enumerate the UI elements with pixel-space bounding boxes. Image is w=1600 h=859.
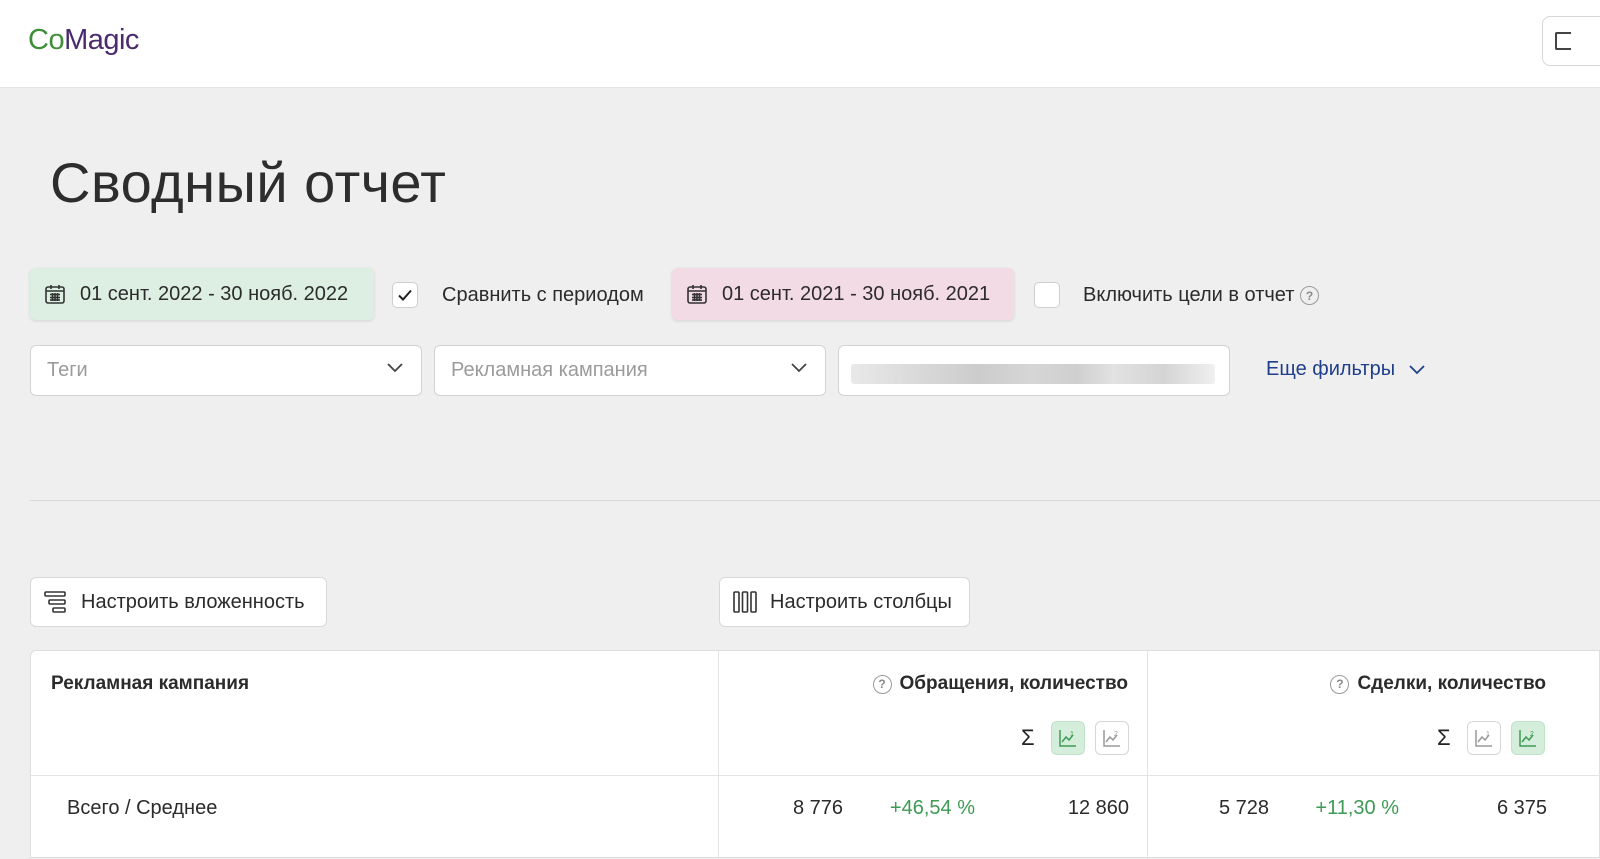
period-1-mode-icon[interactable]: 1 (1050, 721, 1085, 755)
more-filters-link[interactable]: Еще фильтры (1266, 358, 1425, 381)
logo-co: Co (28, 24, 65, 56)
sigma-icon[interactable]: Σ (1021, 725, 1035, 751)
appeals-current-value: 8 776 (792, 797, 843, 819)
total-row-label: Всего / Среднее (67, 797, 218, 819)
help-icon[interactable]: ? (1300, 286, 1319, 306)
deals-delta-value: +11,30 % (1315, 797, 1399, 819)
deals-previous-value: 6 375 (1496, 797, 1547, 819)
appeals-column-header[interactable]: ? Обращения, количество (731, 673, 1128, 695)
deals-controls: Σ 1 2 (1437, 721, 1545, 755)
period-2-mode-icon[interactable]: 2 (1510, 721, 1545, 755)
logo-magic: Magic (64, 24, 139, 56)
row-separator (31, 775, 1600, 776)
configure-columns-button[interactable]: Настроить столбцы (719, 577, 970, 627)
main-period-text: 01 сент. 2022 - 30 нояб. 2022 (80, 282, 349, 305)
section-divider (30, 500, 1600, 501)
configure-nesting-button[interactable]: Настроить вложенность (30, 577, 327, 627)
compare-period-text: 01 сент. 2021 - 30 нояб. 2021 (722, 282, 991, 305)
nesting-icon (44, 591, 66, 613)
appeals-header-text: Обращения, количество (899, 673, 1128, 694)
tags-select[interactable]: Теги (30, 345, 422, 396)
window-icon (1555, 32, 1571, 50)
svg-text:2: 2 (1114, 731, 1118, 738)
main-period-picker[interactable]: 01 сент. 2022 - 30 нояб. 2022 (30, 268, 374, 320)
blurred-content (851, 364, 1215, 384)
campaign-column-header[interactable]: Рекламная кампания (51, 673, 249, 695)
tags-placeholder: Теги (47, 359, 88, 381)
period-2-mode-icon[interactable]: 2 (1094, 721, 1129, 755)
help-icon[interactable]: ? (1330, 674, 1350, 694)
appeals-previous-value: 12 860 (1067, 797, 1129, 819)
sigma-icon[interactable]: Σ (1437, 725, 1451, 751)
page-title: Сводный отчет (50, 151, 447, 214)
help-icon[interactable]: ? (872, 674, 892, 694)
column-separator (1147, 651, 1148, 859)
column-separator (718, 651, 719, 859)
compare-period-picker[interactable]: 01 сент. 2021 - 30 нояб. 2021 (672, 268, 1014, 320)
logo[interactable]: CoMagic (28, 24, 139, 57)
chevron-down-icon (791, 363, 807, 373)
calendar-icon (44, 283, 66, 305)
svg-text:1: 1 (1486, 731, 1490, 738)
deals-column-header[interactable]: ? Сделки, количество (1161, 673, 1546, 695)
goals-label-text: Включить цели в отчет (1083, 284, 1295, 306)
top-bar: CoMagic (0, 0, 1600, 88)
columns-icon (733, 591, 757, 613)
calendar-icon (686, 283, 708, 305)
compare-checkbox[interactable] (392, 282, 418, 308)
goals-label[interactable]: Включить цели в отчет ? (1083, 284, 1319, 307)
report-table: Рекламная кампания ? Обращения, количест… (30, 650, 1600, 859)
more-filters-text: Еще фильтры (1266, 358, 1396, 380)
deals-header-text: Сделки, количество (1357, 673, 1546, 694)
chevron-down-icon (1409, 364, 1425, 374)
check-icon (398, 289, 412, 301)
blurred-filter-field[interactable] (838, 345, 1230, 396)
compare-label[interactable]: Сравнить с периодом (442, 284, 644, 307)
campaign-select[interactable]: Рекламная кампания (434, 345, 826, 396)
configure-nesting-label: Настроить вложенность (81, 590, 305, 613)
period-1-mode-icon[interactable]: 1 (1466, 721, 1501, 755)
svg-text:2: 2 (1530, 731, 1534, 738)
appeals-controls: Σ 1 2 (1021, 721, 1129, 755)
appeals-delta-value: +46,54 % (889, 797, 975, 819)
goals-checkbox[interactable] (1034, 282, 1060, 308)
configure-columns-label: Настроить столбцы (770, 590, 952, 613)
top-right-action-button[interactable] (1542, 16, 1600, 66)
deals-current-value: 5 728 (1218, 797, 1269, 819)
svg-text:1: 1 (1070, 731, 1074, 738)
campaign-placeholder: Рекламная кампания (451, 359, 648, 381)
chevron-down-icon (387, 363, 403, 373)
